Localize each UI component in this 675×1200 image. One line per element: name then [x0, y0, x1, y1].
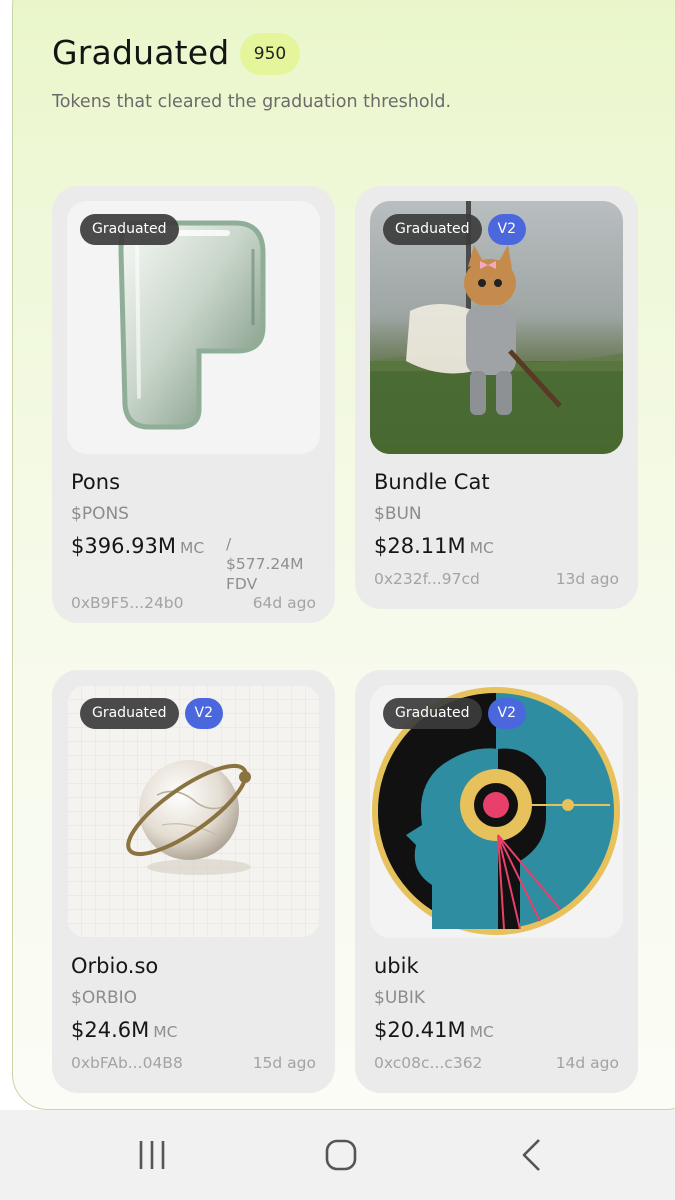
fdv-label: FDV — [226, 575, 258, 593]
market-cap-value: $28.11M — [374, 534, 466, 558]
token-name: Orbio.so — [71, 954, 159, 978]
v2-badge: V2 — [184, 698, 223, 729]
market-cap-label: MC — [179, 539, 205, 557]
token-name: Pons — [71, 470, 121, 494]
graduated-badge: Graduated — [80, 214, 179, 245]
back-icon — [522, 1139, 540, 1171]
market-cap-value: $20.41M — [374, 1018, 466, 1042]
badge-group: Graduated — [80, 214, 179, 245]
market-cap-value: $24.6M — [71, 1018, 150, 1042]
token-price-row: $20.41M MC — [374, 1018, 494, 1042]
fdv-separator: / — [226, 535, 232, 553]
token-price-row: $28.11M MC — [374, 534, 494, 558]
home-icon — [325, 1139, 357, 1171]
graduated-badge: Graduated — [383, 214, 482, 245]
badge-group: Graduated V2 — [80, 698, 223, 729]
token-name: ubik — [374, 954, 419, 978]
token-card-bundle-cat[interactable]: Graduated V2 Bundle Cat $BUN $28.11M MC 0… — [355, 186, 638, 609]
count-badge: 950 — [240, 33, 300, 75]
token-image-orbio: Graduated V2 — [67, 685, 320, 938]
token-image-pons: Graduated — [67, 201, 320, 454]
token-age: 15d ago — [252, 1054, 316, 1072]
token-age: 14d ago — [555, 1054, 619, 1072]
home-button[interactable] — [311, 1130, 371, 1180]
back-button[interactable] — [501, 1130, 561, 1180]
token-ticker: $BUN — [374, 504, 422, 524]
graduated-badge: Graduated — [383, 698, 482, 729]
token-age: 13d ago — [555, 570, 619, 588]
system-nav-bar — [0, 1110, 675, 1200]
fdv-value: $577.24M — [226, 555, 304, 573]
token-image-bundle-cat: Graduated V2 — [370, 201, 623, 454]
market-cap-label: MC — [469, 539, 494, 557]
v2-badge: V2 — [487, 214, 526, 245]
token-card-orbio[interactable]: Graduated V2 Orbio.so $ORBIO $24.6M MC 0x… — [52, 670, 335, 1093]
page-subtitle: Tokens that cleared the graduation thres… — [52, 92, 452, 112]
token-ticker: $ORBIO — [71, 988, 138, 1008]
token-card-pons[interactable]: Graduated Pons $PONS $396.93M MC / $577.2… — [52, 186, 335, 623]
market-cap-label: MC — [153, 1023, 178, 1041]
graduated-badge: Graduated — [80, 698, 179, 729]
token-price-row: $396.93M MC — [71, 534, 204, 558]
token-name: Bundle Cat — [374, 470, 490, 494]
token-ticker: $UBIK — [374, 988, 426, 1008]
market-cap-label: MC — [469, 1023, 494, 1041]
page-title: Graduated — [52, 33, 230, 72]
v2-badge: V2 — [487, 698, 526, 729]
token-age: 64d ago — [252, 594, 316, 612]
token-address: 0xbFAb...04B8 — [71, 1054, 183, 1072]
fdv-block: / $577.24M FDV — [226, 534, 303, 594]
token-image-ubik: Graduated V2 — [370, 685, 623, 938]
token-address: 0x232f...97cd — [374, 570, 480, 588]
market-cap-value: $396.93M — [71, 534, 176, 558]
token-ticker: $PONS — [71, 504, 129, 524]
recent-apps-icon — [139, 1141, 165, 1169]
token-address: 0xB9F5...24b0 — [71, 594, 184, 612]
token-card-ubik[interactable]: Graduated V2 ubik $UBIK $20.41M MC 0xc08c… — [355, 670, 638, 1093]
badge-group: Graduated V2 — [383, 698, 526, 729]
token-price-row: $24.6M MC — [71, 1018, 177, 1042]
token-address: 0xc08c...c362 — [374, 1054, 483, 1072]
badge-group: Graduated V2 — [383, 214, 526, 245]
recent-apps-button[interactable] — [122, 1130, 182, 1180]
